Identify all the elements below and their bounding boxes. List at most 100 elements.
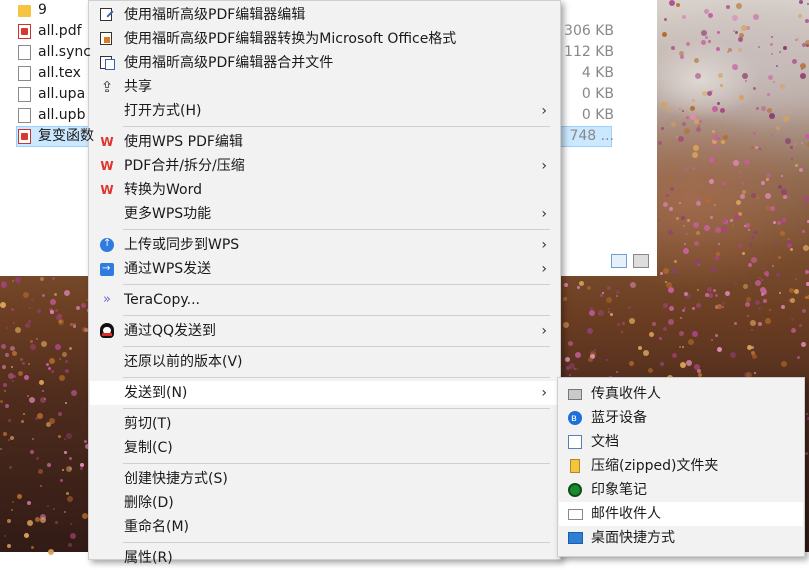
flower-speck <box>566 366 570 370</box>
flower-speck <box>663 268 669 274</box>
flower-speck <box>679 202 681 204</box>
menu-item-cut[interactable]: 剪切(T) <box>90 412 559 436</box>
flower-speck <box>652 322 656 326</box>
flower-speck <box>622 322 625 325</box>
flower-speck <box>773 81 775 83</box>
send-to-fax[interactable]: 传真收件人 <box>559 382 803 406</box>
file-name: all.sync <box>38 42 91 63</box>
menu-item-copy[interactable]: 复制(C) <box>90 436 559 460</box>
menu-separator <box>123 377 550 378</box>
file-name: all.upa <box>38 84 85 105</box>
flower-speck <box>744 159 750 165</box>
menu-item-foxit-convert-office[interactable]: 使用福昕高级PDF编辑器转换为Microsoft Office格式 <box>90 27 559 51</box>
flower-speck <box>717 31 720 34</box>
flower-speck <box>707 287 712 292</box>
flower-speck <box>785 138 791 144</box>
menu-item-more-wps[interactable]: 更多WPS功能 › <box>90 202 559 226</box>
flower-speck <box>663 327 667 331</box>
flower-speck <box>671 46 675 50</box>
flower-speck <box>805 452 808 455</box>
menu-item-delete[interactable]: 删除(D) <box>90 491 559 515</box>
pdf-file-icon <box>18 129 31 144</box>
send-to-mail[interactable]: 邮件收件人 <box>559 502 803 526</box>
flower-speck <box>5 404 9 408</box>
flower-speck <box>725 291 730 296</box>
flower-speck <box>672 353 677 358</box>
menu-item-label: 使用福昕高级PDF编辑器编辑 <box>124 3 305 27</box>
menu-item-foxit-edit[interactable]: 使用福昕高级PDF编辑器编辑 <box>90 3 559 27</box>
flower-speck <box>594 349 596 351</box>
flower-speck <box>746 297 751 302</box>
flower-speck <box>733 160 739 166</box>
flower-speck <box>701 40 706 45</box>
flower-speck <box>32 438 34 440</box>
menu-item-convert-to-word[interactable]: W 转换为Word <box>90 178 559 202</box>
send-to-zip[interactable]: 压缩(zipped)文件夹 <box>559 454 803 478</box>
flower-speck <box>798 14 802 18</box>
flower-speck <box>755 280 761 286</box>
menu-item-qq-send[interactable]: 通过QQ发送到 › <box>90 319 559 343</box>
mail-icon <box>568 509 583 520</box>
flower-speck <box>780 218 786 224</box>
menu-item-open-with[interactable]: 打开方式(H) › <box>90 99 559 123</box>
menu-item-label: 转换为Word <box>124 178 202 202</box>
menu-item-wps-send[interactable]: 通过WPS发送 › <box>90 257 559 281</box>
flower-speck <box>660 362 664 366</box>
send-icon <box>100 263 114 276</box>
menu-item-create-shortcut[interactable]: 创建快捷方式(S) <box>90 467 559 491</box>
flower-speck <box>674 260 677 263</box>
flower-speck <box>692 307 695 310</box>
flower-speck <box>702 91 707 96</box>
menu-item-wps-upload[interactable]: 上传或同步到WPS › <box>90 233 559 257</box>
send-to-documents[interactable]: 文档 <box>559 430 803 454</box>
flower-speck <box>714 204 716 206</box>
file-name: all.pdf <box>38 21 82 42</box>
flower-speck <box>569 374 571 376</box>
flower-speck <box>679 346 681 348</box>
flower-speck <box>659 337 662 340</box>
send-to-desktop[interactable]: 桌面快捷方式 <box>559 526 803 550</box>
flower-speck <box>688 339 694 345</box>
details-view-icon[interactable] <box>611 254 627 268</box>
flower-speck <box>690 106 695 111</box>
file-size: 748 ... <box>534 126 614 147</box>
flower-speck <box>66 492 69 495</box>
flower-speck <box>679 331 684 336</box>
flower-speck <box>617 323 620 326</box>
menu-item-wps-pdf-edit[interactable]: W 使用WPS PDF编辑 <box>90 130 559 154</box>
menu-item-share[interactable]: ⇪ 共享 <box>90 75 559 99</box>
menu-item-label: 删除(D) <box>124 491 174 515</box>
flower-speck <box>67 496 73 502</box>
flower-speck <box>64 290 70 296</box>
flower-speck <box>662 32 667 37</box>
menu-item-properties[interactable]: 属性(R) <box>90 546 559 570</box>
flower-speck <box>723 135 728 140</box>
menu-item-label: 通过WPS发送 <box>124 257 211 281</box>
menu-separator <box>123 346 550 347</box>
flower-speck <box>17 494 22 499</box>
flower-speck <box>692 167 695 170</box>
flower-speck <box>40 485 42 487</box>
merge-files-icon <box>100 56 112 69</box>
flower-speck <box>12 351 17 356</box>
flower-speck <box>59 375 65 381</box>
menu-item-teracopy[interactable]: » TeraCopy... <box>90 288 559 312</box>
flower-speck <box>783 116 789 122</box>
large-icons-view-icon[interactable] <box>633 254 649 268</box>
send-to-evernote[interactable]: 印象笔记 <box>559 478 803 502</box>
flower-speck <box>707 91 712 96</box>
menu-item-send-to[interactable]: 发送到(N) › <box>90 381 559 405</box>
flower-speck <box>663 202 668 207</box>
menu-item-wps-pdf-merge[interactable]: W PDF合并/拆分/压缩 › <box>90 154 559 178</box>
flower-speck <box>799 168 803 172</box>
document-file-icon <box>18 108 31 123</box>
menu-item-foxit-merge[interactable]: 使用福昕高级PDF编辑器合并文件 <box>90 51 559 75</box>
flower-speck <box>794 289 799 294</box>
send-to-bluetooth[interactable]: 蓝牙设备 <box>559 406 803 430</box>
flower-speck <box>58 435 61 438</box>
menu-item-rename[interactable]: 重命名(M) <box>90 515 559 539</box>
flower-speck <box>52 277 55 280</box>
pdf-file-icon <box>18 24 31 39</box>
menu-item-restore-versions[interactable]: 还原以前的版本(V) <box>90 350 559 374</box>
menu-separator <box>123 408 550 409</box>
